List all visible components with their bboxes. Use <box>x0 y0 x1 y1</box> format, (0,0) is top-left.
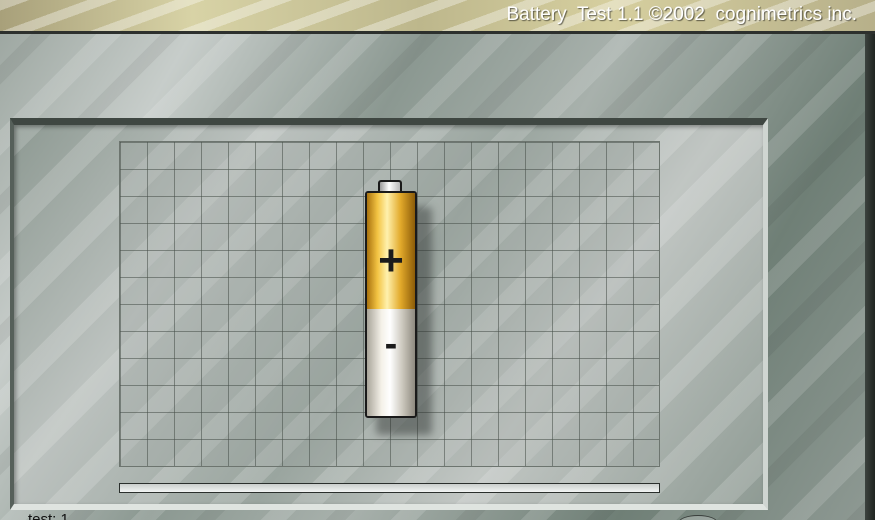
minus-sign-icon: - <box>384 323 398 365</box>
battery-body: + - <box>365 191 417 418</box>
aa-battery-icon[interactable]: + - <box>365 180 417 418</box>
title-bar: Battery Test 1.1 ©2002 cognimetrics inc. <box>0 0 875 34</box>
progress-bar <box>119 483 660 493</box>
window-right-edge <box>865 34 875 520</box>
oval-button[interactable] <box>678 515 718 520</box>
test-number-label: test: 1 <box>28 511 69 520</box>
battery-test-app: Battery Test 1.1 ©2002 cognimetrics inc.… <box>0 0 875 520</box>
app-title: Battery Test 1.1 ©2002 cognimetrics inc. <box>506 4 857 25</box>
plus-sign-icon: + <box>378 236 404 285</box>
